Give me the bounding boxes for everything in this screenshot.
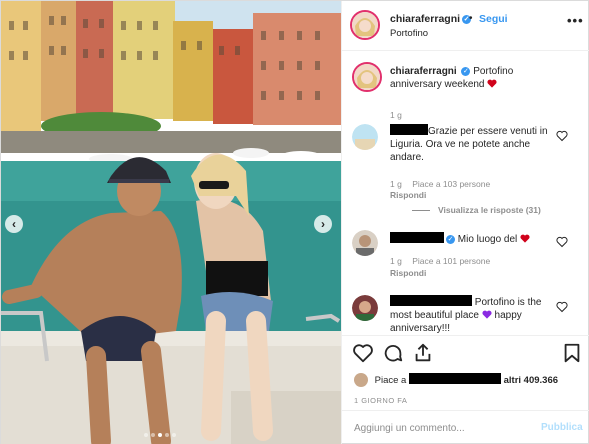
comment-body: Mio luogo del [457, 234, 518, 245]
chevron-right-icon[interactable]: › [314, 215, 332, 233]
separator-dot: • [469, 13, 473, 24]
post-header: chiaraferragni ✓ • Segui Portofino ••• [342, 1, 589, 51]
comment-meta: 1 g Piace a 101 persone [390, 256, 498, 266]
heart-emoji-icon [520, 234, 530, 243]
likes-suffix[interactable]: altri 409.366 [504, 375, 558, 386]
carousel-dots [144, 433, 176, 437]
carousel-dot [144, 433, 148, 437]
post-panel: chiaraferragni ✓ • Segui Portofino ••• ch… [341, 1, 589, 444]
comment-age: 1 g [390, 256, 402, 266]
redacted-username [408, 373, 501, 384]
caption-meta: 1 g [390, 110, 410, 120]
view-replies-button[interactable]: Visualizza le risposte (31) [412, 205, 541, 215]
liker-avatar [354, 373, 368, 388]
comment-likes[interactable]: Piace a 101 persone [412, 256, 490, 266]
caption-text: chiaraferragni ✓ Portofino anniversary w… [390, 65, 550, 91]
avatar[interactable] [352, 124, 378, 150]
instagram-post: ‹ › chiaraferragni ✓ • Segui Portofino ••… [0, 0, 589, 444]
avatar[interactable] [352, 230, 378, 256]
comment-meta: 1 g Piace a 103 persone [390, 179, 498, 189]
caption-age: 1 g [390, 110, 402, 120]
carousel-dot-active [158, 433, 162, 437]
likes-summary[interactable]: Piace a altri 409.366 [354, 373, 558, 388]
likes-prefix: Piace a [374, 375, 407, 386]
heart-icon[interactable] [352, 342, 374, 364]
reply-button[interactable]: Rispondi [390, 268, 426, 278]
username-text: chiaraferragni [390, 13, 461, 25]
add-comment-bar: Pubblica [342, 410, 589, 444]
header-username[interactable]: chiaraferragni ✓ [390, 13, 472, 25]
carousel-dot [172, 433, 176, 437]
reply-button[interactable]: Rispondi [390, 190, 426, 200]
chevron-left-icon[interactable]: ‹ [5, 215, 23, 233]
heart-icon[interactable] [556, 130, 568, 142]
verified-icon: ✓ [461, 66, 471, 76]
carousel-dot [151, 433, 155, 437]
comment-icon[interactable] [382, 342, 404, 364]
heart-icon[interactable] [556, 301, 568, 313]
comment-text: ✓ Mio luogo del [390, 232, 550, 246]
avatar[interactable] [352, 62, 382, 92]
carousel-dot [165, 433, 169, 437]
comment-text: Grazie per essere venuti in Liguria. Ora… [390, 124, 558, 164]
share-icon[interactable] [412, 342, 434, 364]
redacted-username [390, 232, 444, 243]
purple-heart-emoji-icon [482, 310, 492, 319]
avatar[interactable] [352, 295, 378, 321]
photo-image [1, 1, 341, 444]
comment-input[interactable] [354, 420, 524, 436]
heart-icon[interactable] [556, 236, 568, 248]
location-link[interactable]: Portofino [390, 28, 428, 39]
follow-button[interactable]: Segui [479, 13, 508, 25]
comment-age: 1 g [390, 179, 402, 189]
comment-likes[interactable]: Piace a 103 persone [412, 179, 490, 189]
avatar[interactable] [350, 10, 380, 40]
post-time[interactable]: 1 GIORNO FA [354, 396, 407, 405]
redacted-username [390, 124, 428, 135]
post-photo[interactable]: ‹ › [1, 1, 341, 444]
bookmark-icon[interactable] [561, 342, 583, 364]
verified-icon: ✓ [446, 234, 455, 244]
post-actions: Piace a altri 409.366 1 GIORNO FA [342, 335, 589, 415]
comment-text: Portofino is the most beautiful place ha… [390, 295, 554, 335]
heart-emoji-icon [487, 79, 497, 88]
more-options-button[interactable]: ••• [567, 13, 584, 28]
caption-username[interactable]: chiaraferragni [390, 66, 457, 77]
comments-list[interactable]: chiaraferragni ✓ Portofino anniversary w… [342, 52, 589, 335]
publish-button[interactable]: Pubblica [541, 422, 583, 433]
redacted-username [390, 295, 472, 306]
